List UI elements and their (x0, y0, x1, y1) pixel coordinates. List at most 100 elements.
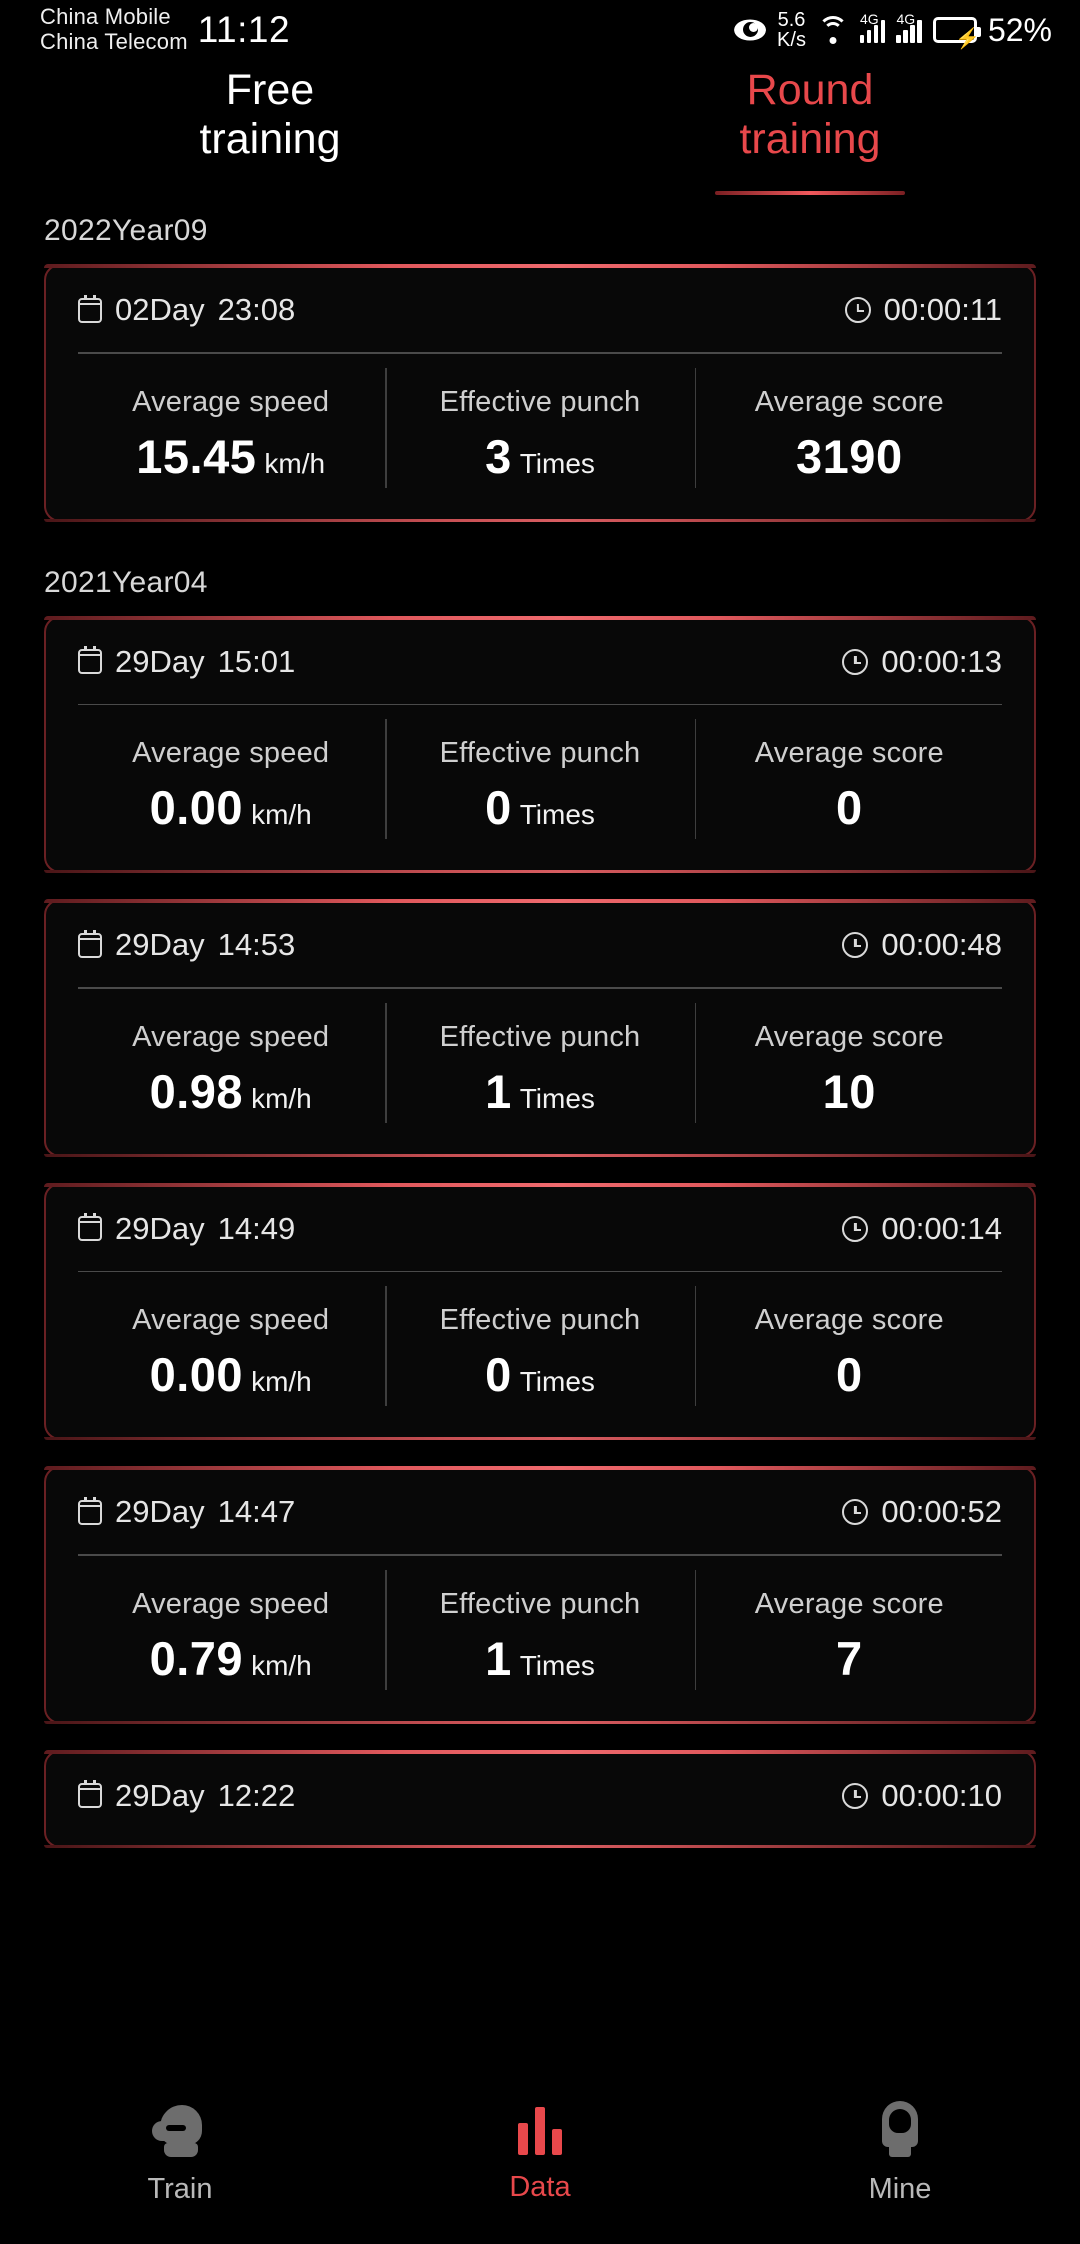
metric-average-score: Average score 7 (694, 1569, 1004, 1692)
metric-average-score-value: 10 (822, 1064, 876, 1118)
session-time: 14:49 (217, 1210, 296, 1246)
session-day: 29Day (115, 1777, 205, 1813)
nav-item-mine-label: Mine (868, 2172, 932, 2205)
battery-percent: 52% (987, 11, 1052, 48)
metric-effective-punch-value: 3 (485, 429, 512, 483)
metric-average-speed-label: Average speed (132, 1020, 330, 1053)
session-time: 14:47 (217, 1494, 296, 1529)
app-root: China Mobile China Telecom 11:12 5.6 K/s… (0, 0, 1080, 2244)
metric-average-speed: Average speed 15.45 km/h (76, 368, 385, 490)
wifi-icon (817, 15, 849, 45)
session-metrics: Average speed 0.79 km/h Effective punch 1 Tim… (76, 1569, 1004, 1692)
session-card-header: 29Day 14:47 00:00:52 (76, 1494, 1004, 1532)
session-day: 29Day (115, 1210, 205, 1246)
metric-average-score: Average score 3190 (694, 367, 1004, 490)
date-group-header: 2021Year04 (44, 565, 208, 599)
metric-average-speed-unit: km/h (251, 1649, 312, 1681)
session-time: 14:53 (217, 927, 296, 962)
metric-effective-punch: Effective punch 0 Times (385, 719, 694, 841)
metric-effective-punch-value: 1 (485, 1064, 512, 1118)
session-metrics: Average speed 0.00 km/h Effective punch 0 Tim… (76, 719, 1004, 841)
metric-effective-punch-unit: Times (519, 1082, 595, 1114)
metric-effective-punch-label: Effective punch (439, 737, 641, 769)
card-divider (78, 1270, 1002, 1272)
metric-average-speed: Average speed 0.79 km/h (76, 1570, 385, 1692)
metric-average-score-label: Average score (754, 1304, 944, 1336)
clock-icon (842, 1499, 869, 1525)
nav-item-mine[interactable]: Mine (720, 2100, 1080, 2206)
session-time: 15:01 (217, 643, 296, 679)
session-day: 29Day (115, 643, 205, 679)
metric-average-speed-value: 0.00 (149, 1348, 244, 1401)
session-card-header: 29Day 14:53 00:00:48 (76, 927, 1004, 965)
metric-average-speed-unit: km/h (264, 447, 326, 479)
tab-free-training[interactable]: Free training (0, 62, 540, 190)
metric-effective-punch-label: Effective punch (439, 1587, 641, 1620)
metric-effective-punch: Effective punch 1 Times (385, 1569, 694, 1692)
metric-effective-punch-unit: Times (519, 1366, 595, 1397)
clock-icon (842, 648, 869, 675)
sim2-network-label: 4G (896, 11, 916, 27)
metric-average-score-label: Average score (754, 1020, 944, 1053)
sim1-network-label: 4G (859, 11, 879, 27)
metric-effective-punch-label: Effective punch (439, 1304, 641, 1336)
session-metrics: Average speed 0.98 km/h Effective punch 1 Tim… (76, 1002, 1004, 1125)
session-duration: 00:00:13 (881, 643, 1002, 679)
calendar-icon (77, 929, 103, 958)
session-day: 29Day (115, 927, 205, 962)
network-speed-unit: K/s (777, 29, 806, 51)
session-day: 29Day (115, 1494, 205, 1529)
metric-average-speed: Average speed 0.00 km/h (76, 719, 385, 841)
metric-average-score-label: Average score (754, 737, 944, 769)
status-bar: China Mobile China Telecom 11:12 5.6 K/s… (0, 0, 1080, 60)
boxing-glove-icon (152, 2101, 208, 2157)
metric-effective-punch-unit: Times (519, 447, 595, 479)
session-card-header: 29Day 15:01 00:00:13 (76, 644, 1004, 682)
tab-round-training-label: Round training (739, 66, 881, 164)
signal-sim2: 4G (896, 12, 922, 43)
session-card[interactable]: 29Day 12:22 00:00:10 (44, 1749, 1036, 1848)
calendar-icon (77, 1496, 103, 1525)
metric-average-speed-label: Average speed (132, 1304, 330, 1336)
tab-round-training[interactable]: Round training (540, 62, 1080, 195)
session-card[interactable]: 29Day 14:53 00:00:48 Average speed 0.98 km/h E… (44, 899, 1036, 1157)
session-card[interactable]: 29Day 14:49 00:00:14 Average speed 0.00 km/h E… (44, 1182, 1036, 1440)
nav-item-data-label: Data (509, 2170, 571, 2203)
nav-item-train[interactable]: Train (0, 2101, 360, 2206)
tab-free-training-label: Free training (199, 66, 341, 164)
metric-effective-punch-unit: Times (519, 1649, 595, 1681)
battery-charging-icon: ⚡ (932, 17, 981, 49)
session-duration: 00:00:10 (881, 1777, 1002, 1813)
metric-average-score-value: 0 (836, 781, 863, 834)
signal-sim1: 4G (859, 12, 886, 43)
status-clock: 11:12 (197, 9, 291, 50)
clock-icon (842, 1782, 869, 1809)
metric-average-score-value: 0 (836, 1348, 863, 1401)
clock-icon (842, 932, 869, 958)
session-time: 12:22 (217, 1777, 296, 1813)
calendar-icon (77, 1780, 103, 1808)
clock-icon (844, 297, 871, 323)
calendar-icon (77, 646, 103, 674)
session-metrics: Average speed 15.45 km/h Effective punch 3 Ti… (76, 367, 1004, 490)
session-metrics: Average speed 0.00 km/h Effective punch 0 Tim… (76, 1286, 1004, 1408)
session-card[interactable]: 29Day 15:01 00:00:13 Average speed 0.00 km/h E… (44, 615, 1036, 873)
nav-item-train-label: Train (147, 2172, 213, 2205)
session-list[interactable]: 2022Year09 02Day 23:08 00:00:11 Average spee… (0, 196, 1080, 2062)
session-card[interactable]: 29Day 14:47 00:00:52 Average speed 0.79 km/h E… (44, 1466, 1036, 1724)
session-card-header: 29Day 14:49 00:00:14 (76, 1211, 1004, 1249)
session-time: 23:08 (217, 292, 296, 327)
metric-average-speed-label: Average speed (132, 737, 330, 769)
metric-effective-punch-label: Effective punch (439, 1020, 641, 1053)
card-divider (78, 987, 1002, 989)
metric-average-speed-unit: km/h (251, 1082, 312, 1114)
eye-icon (734, 19, 767, 41)
metric-average-speed-value: 0.00 (149, 781, 244, 834)
metric-average-speed: Average speed 0.00 km/h (76, 1286, 385, 1408)
session-duration: 00:00:14 (881, 1210, 1002, 1246)
session-duration: 00:00:48 (881, 927, 1002, 962)
carrier-names: China Mobile China Telecom (40, 5, 188, 54)
nav-item-data[interactable]: Data (360, 2103, 720, 2204)
session-card[interactable]: 02Day 23:08 00:00:11 Average speed 15.45 km/h… (44, 264, 1036, 522)
metric-average-speed-label: Average speed (132, 385, 330, 418)
